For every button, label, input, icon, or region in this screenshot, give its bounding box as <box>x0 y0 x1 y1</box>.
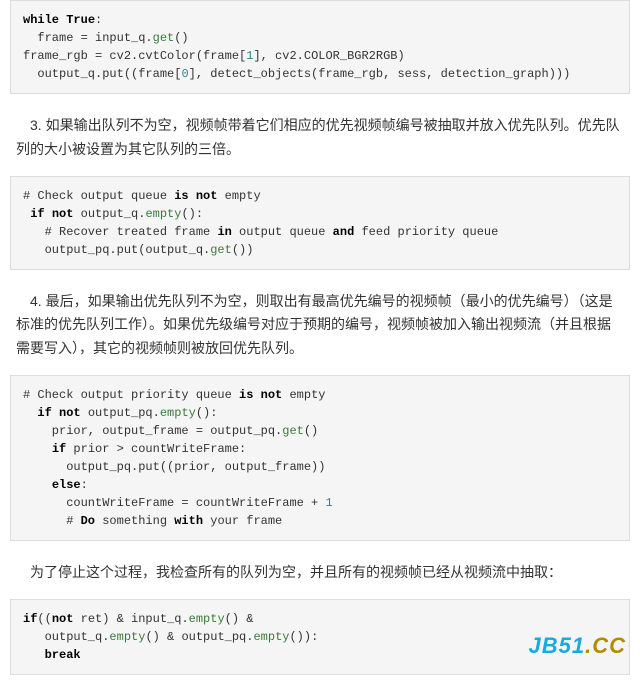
watermark: JB51.CC <box>529 628 626 663</box>
paragraph-stop: 为了停止这个过程，我检查所有的队列为空，并且所有的视频帧已经从视频流中抽取： <box>0 555 640 599</box>
kw-if: if <box>30 207 44 221</box>
kw-while: while <box>23 13 59 27</box>
watermark-gold: .CC <box>585 633 626 658</box>
paragraph-3: 3. 如果输出队列不为空，视频帧带着它们相应的优先视频帧编号被抽取并放入优先队列… <box>0 108 640 176</box>
bool-true: True <box>66 13 95 27</box>
code-block-3: # Check output priority queue is not emp… <box>10 375 630 541</box>
fn-get: get <box>153 31 175 45</box>
fn-empty: empty <box>145 207 181 221</box>
kw-else: else <box>52 478 81 492</box>
code-block-2: # Check output queue is not empty if not… <box>10 176 630 270</box>
code-block-1: while True: frame = input_q.get() frame_… <box>10 0 630 94</box>
num-0: 0 <box>181 67 188 81</box>
kw-not: not <box>52 207 74 221</box>
kw-break: break <box>45 648 81 662</box>
paragraph-4: 4. 最后，如果输出优先队列不为空，则取出有最高优先编号的视频帧（最小的优先编号… <box>0 284 640 375</box>
watermark-blue: JB51 <box>529 633 586 658</box>
